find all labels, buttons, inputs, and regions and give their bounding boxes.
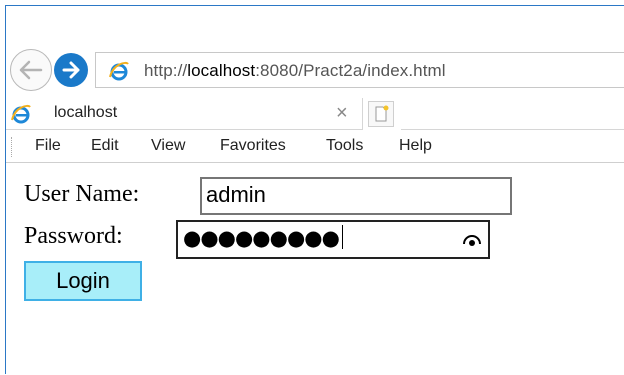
password-value: ●●●●●●●●● [183,226,340,250]
url-host: localhost [187,61,256,80]
username-value: admin [206,182,266,207]
back-arrow-icon [19,60,43,80]
new-tab-button[interactable] [368,101,394,127]
username-label: User Name: [24,181,140,207]
close-tab-icon[interactable]: × [336,102,348,124]
url-path: :8080/Pract2a/index.html [255,61,446,80]
password-label: Password: [24,223,123,249]
back-button[interactable] [10,49,52,91]
menu-grip [11,137,14,157]
menu-item-tools[interactable]: Tools [326,137,363,155]
menu-bar: File Edit View Favorites Tools Help [6,130,624,163]
text-caret [341,225,343,249]
menu-item-view[interactable]: View [151,137,185,155]
reveal-password-icon[interactable] [463,234,481,246]
address-bar-row: http://localhost:8080/Pract2a/index.html [6,42,624,98]
address-input[interactable]: http://localhost:8080/Pract2a/index.html [95,52,624,88]
forward-button[interactable] [54,53,88,87]
url-prefix: http:// [144,61,188,80]
tab-localhost[interactable]: localhost × [6,98,363,130]
password-input[interactable]: ●●●●●●●●● [176,220,490,259]
tab-strip: localhost × [6,98,624,130]
forward-arrow-icon [62,61,80,79]
menu-item-file[interactable]: File [35,137,61,155]
username-input[interactable]: admin [200,177,512,215]
tab-title: localhost [54,104,118,121]
url-text: http://localhost:8080/Pract2a/index.html [144,61,446,81]
browser-window: http://localhost:8080/Pract2a/index.html… [5,5,624,374]
login-button[interactable]: Login [24,261,142,301]
ie-logo-icon [11,104,31,124]
page-content: User Name: admin Password: ●●●●●●●●● Log… [6,163,624,375]
ie-logo-icon [109,61,129,81]
menu-item-favorites[interactable]: Favorites [220,137,286,155]
menu-item-edit[interactable]: Edit [91,137,119,155]
menu-item-help[interactable]: Help [399,137,432,155]
new-tab-icon [375,105,389,122]
